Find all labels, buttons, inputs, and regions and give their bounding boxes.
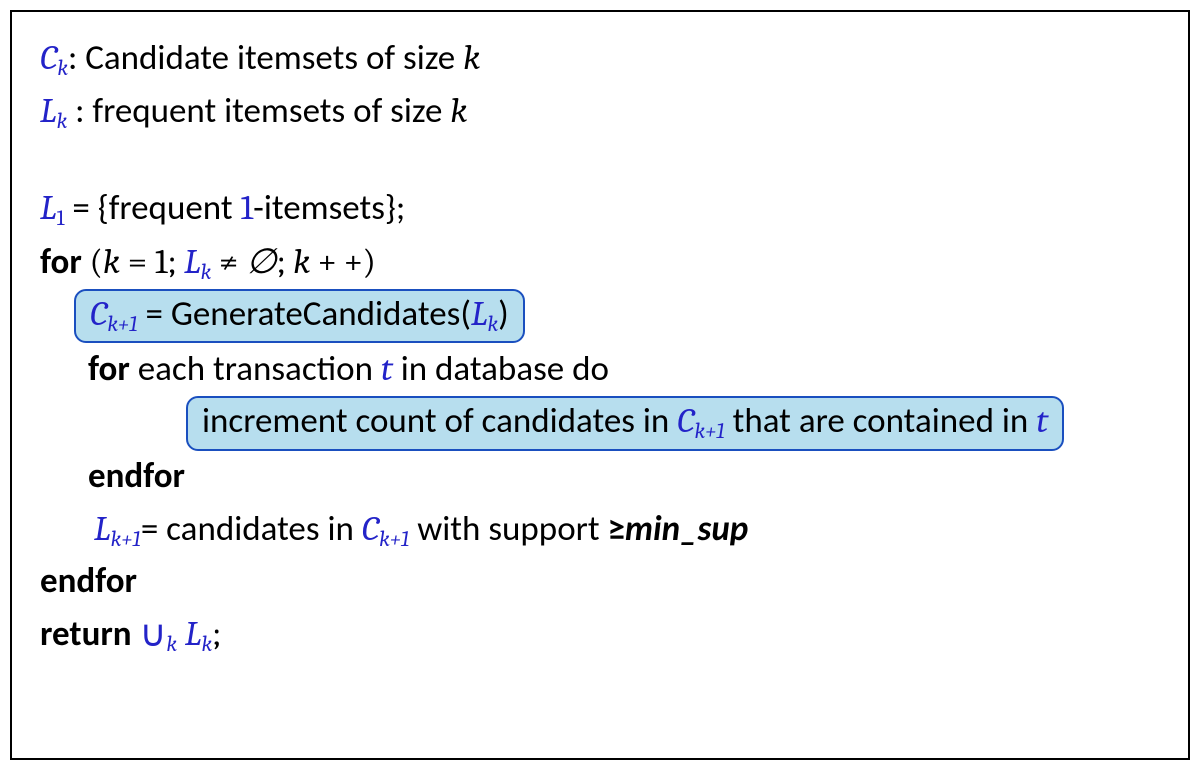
eq: = bbox=[141, 508, 166, 550]
subscript-kplus1: k+1 bbox=[111, 527, 141, 552]
symbol-L: L bbox=[94, 508, 111, 549]
var-t: t bbox=[1036, 400, 1048, 441]
subscript-kplus1: k+1 bbox=[107, 312, 137, 337]
var-k: k bbox=[103, 241, 120, 282]
symbol-L: L bbox=[471, 293, 488, 334]
text-frequent: frequent itemsets of size bbox=[92, 90, 450, 132]
subscript-kplus1: k+1 bbox=[695, 419, 725, 444]
increment-line: increment count of candidates in Ck+1 th… bbox=[40, 396, 1160, 451]
endfor-outer: endfor bbox=[40, 556, 1160, 608]
literal-1: 1 bbox=[155, 241, 168, 282]
var-t: t bbox=[381, 348, 393, 389]
inner-for: for each transaction t in database do bbox=[40, 343, 1160, 396]
eq: = bbox=[64, 187, 97, 229]
colon: : bbox=[68, 37, 85, 79]
keyword-endfor: endfor bbox=[40, 560, 137, 602]
geq: ≥ bbox=[607, 508, 624, 550]
min-sup: min_sup bbox=[625, 508, 748, 550]
def-Ck: Ck: Candidate itemsets of size k bbox=[40, 32, 1160, 85]
text-increment-pre: increment count of candidates in bbox=[202, 400, 677, 442]
def-Lk: Lk : frequent itemsets of size k bbox=[40, 85, 1160, 138]
keyword-for: for bbox=[88, 348, 130, 390]
colon: : bbox=[67, 90, 92, 132]
subscript-kplus1: k+1 bbox=[379, 527, 409, 552]
filter-line: Lk+1= candidates in Ck+1 with support ≥m… bbox=[40, 503, 1160, 556]
endfor-inner: endfor bbox=[40, 451, 1160, 503]
union-sub-k: k bbox=[166, 632, 177, 657]
text-close: -itemsets}; bbox=[253, 187, 405, 229]
semicolon: ; bbox=[167, 241, 184, 282]
text-open: {frequent bbox=[98, 187, 241, 229]
paren-close: ) bbox=[362, 241, 375, 282]
text-each-transaction: each transaction bbox=[130, 348, 381, 390]
symbol-C: C bbox=[677, 400, 694, 441]
var-k: k bbox=[463, 37, 480, 78]
union-icon: ∪ bbox=[139, 608, 166, 662]
text-candidates-in: candidates in bbox=[166, 508, 362, 550]
return-line: return ∪k Lk; bbox=[40, 608, 1160, 663]
eq: = bbox=[138, 293, 171, 335]
symbol-L: L bbox=[185, 613, 202, 654]
subscript-k: k bbox=[488, 312, 499, 337]
text-candidate: Candidate itemsets of size bbox=[85, 37, 463, 79]
highlight-increment: increment count of candidates in Ck+1 th… bbox=[186, 396, 1064, 451]
paren-open: ( bbox=[82, 241, 103, 282]
symbol-L: L bbox=[184, 241, 201, 282]
paren-close: ) bbox=[498, 293, 509, 335]
keyword-return: return bbox=[40, 613, 139, 655]
subscript-k: k bbox=[57, 109, 68, 134]
symbol-C: C bbox=[40, 37, 57, 78]
subscript-k: k bbox=[57, 56, 68, 81]
outer-for: for (k = 1; Lk ≠ ∅; k + +) bbox=[40, 236, 1160, 289]
text-with-support: with support bbox=[409, 508, 607, 550]
symbol-C: C bbox=[90, 293, 107, 334]
space bbox=[177, 613, 185, 655]
var-k: k bbox=[450, 90, 467, 131]
var-k: k bbox=[293, 241, 310, 282]
keyword-for: for bbox=[40, 241, 82, 283]
subscript-k: k bbox=[202, 632, 213, 657]
neq: ≠ bbox=[211, 241, 246, 282]
literal-1: 1 bbox=[240, 187, 253, 228]
init-L1: L1 = {frequent 1-itemsets}; bbox=[40, 182, 1160, 235]
highlight-generate: Ck+1 = GenerateCandidates(Lk) bbox=[74, 289, 525, 344]
text-in-db: in database do bbox=[393, 348, 609, 390]
generate-candidates-line: Ck+1 = GenerateCandidates(Lk) bbox=[40, 289, 1160, 344]
eq: = bbox=[120, 241, 155, 282]
subscript-k: k bbox=[201, 260, 212, 285]
semicolon: ; bbox=[277, 241, 294, 282]
algorithm-box: Ck: Candidate itemsets of size k Lk : fr… bbox=[10, 10, 1190, 760]
emptyset: ∅ bbox=[246, 241, 277, 282]
text-increment-mid: that are contained in bbox=[725, 400, 1037, 442]
semicolon: ; bbox=[212, 613, 221, 654]
symbol-L: L bbox=[40, 187, 57, 228]
symbol-C: C bbox=[362, 508, 379, 549]
keyword-endfor: endfor bbox=[88, 455, 185, 497]
blank-line bbox=[40, 138, 1160, 182]
symbol-L: L bbox=[40, 90, 57, 131]
fn-name: GenerateCandidates( bbox=[171, 293, 471, 335]
increment-op: + + bbox=[310, 241, 362, 282]
